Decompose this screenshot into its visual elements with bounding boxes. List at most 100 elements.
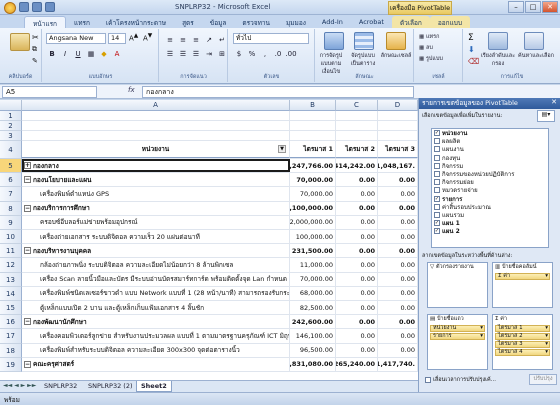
tab-view[interactable]: มุมมอง (278, 16, 314, 28)
italic-icon[interactable]: I (59, 48, 71, 60)
row-header[interactable]: 6 (0, 173, 22, 188)
tab-formulas[interactable]: สูตร (174, 16, 202, 28)
cell-a[interactable]: − กองพัฒนานักศึกษา (22, 315, 290, 329)
row-chip[interactable]: รายการ ▾ (430, 333, 485, 340)
tab-page-layout[interactable]: เค้าโครงหน้ากระดาษ (98, 16, 174, 28)
grow-font-icon[interactable]: A▲ (129, 33, 138, 42)
align-bottom-icon[interactable]: ≡ (190, 34, 202, 46)
row-header[interactable]: 15 (0, 301, 22, 316)
cell-b[interactable] (290, 121, 336, 130)
merge-icon[interactable]: ⊞ (216, 48, 228, 60)
cell-b[interactable]: 70,000.00 (290, 272, 336, 286)
layout-options-icon[interactable]: ▤▾ (537, 110, 555, 122)
formula-input[interactable]: กองกลาง (142, 86, 414, 98)
sort-filter-button[interactable]: เรียงลำดับและกรอง (480, 52, 516, 68)
row-header[interactable]: 3 (0, 131, 22, 141)
cell-d[interactable]: 0.00 (378, 230, 418, 244)
cell-c[interactable]: 269,414,242.00 (336, 159, 378, 173)
wrap-text-icon[interactable]: ↵ (216, 34, 228, 46)
column-header-a[interactable]: A (22, 100, 290, 111)
cell-a[interactable]: เครื่อง Scan ลายนิ้วมือและบัตร มีระบบอ่า… (22, 272, 290, 286)
cell-d[interactable] (378, 111, 418, 120)
cell-d[interactable] (378, 121, 418, 130)
field-checkbox[interactable] (434, 138, 440, 145)
cell-a[interactable]: เครื่องพิมพ์ชนิดเลเซอร์ขาวดำ แบบ Network… (22, 286, 290, 300)
values-zone[interactable]: Σ ค่า ไตรมาส 1 ▾ ไตรมาส 2 ▾ ไตรมาส 3 ▾ ไตรม… (492, 314, 553, 370)
cell-b[interactable]: 96,500.00 (290, 343, 336, 357)
field-checkbox[interactable] (434, 187, 440, 194)
cell-a[interactable]: − กองนโยบายและแผน (22, 173, 290, 187)
cell-b[interactable]: 70,000.00 (290, 187, 336, 201)
sort-filter-icon[interactable] (488, 32, 508, 50)
find-select-button[interactable]: ค้นหาและเลือก (518, 52, 554, 60)
row-header[interactable]: 2 (0, 121, 22, 131)
cell-d[interactable]: 0.00 (378, 244, 418, 258)
currency-icon[interactable]: $ (233, 48, 245, 60)
row-header[interactable]: 17 (0, 329, 22, 344)
cell-c[interactable]: ไตรมาส 2 (336, 141, 378, 158)
indent-icon[interactable]: ⇥ (203, 48, 215, 60)
cell-d[interactable]: 0.00 (378, 187, 418, 201)
cell-b[interactable] (290, 111, 336, 120)
cell-c[interactable] (336, 131, 378, 140)
orientation-icon[interactable]: ↗ (203, 34, 215, 46)
save-icon[interactable] (19, 2, 29, 12)
row-header[interactable]: 10 (0, 230, 22, 245)
update-button[interactable]: ปรับปรุง (529, 374, 557, 385)
align-middle-icon[interactable]: ≡ (177, 34, 189, 46)
cell-a[interactable] (22, 131, 290, 140)
tab-home[interactable]: หน้าแรก (24, 16, 66, 28)
worksheet-grid[interactable]: A B C D 1 2 3 4 หน่วยงาน ▼ ไตรมาส 1 ไตรมาส 2 ไตร… (0, 100, 418, 380)
row-header[interactable]: 5 (0, 159, 22, 174)
sheet-tab-snplrp32[interactable]: SNPLRP32 (40, 381, 81, 392)
cell-a[interactable]: หน่วยงาน ▼ (22, 141, 290, 158)
cell-b[interactable]: 2,100,000.00 (290, 201, 336, 215)
collapse-icon[interactable]: − (24, 176, 31, 184)
delete-cells-button[interactable]: ▦ ลบ (419, 44, 433, 52)
row-header[interactable]: 9 (0, 215, 22, 230)
format-table-icon[interactable] (354, 32, 374, 50)
cell-b[interactable]: 4,831,080.00 (290, 357, 336, 371)
cell-d[interactable]: 0.00 (378, 286, 418, 300)
cut-icon[interactable]: ✂ (32, 33, 39, 42)
cell-a[interactable]: เครื่องพิมพ์สำหรับระบบดิจิตอล ความละเอีย… (22, 343, 290, 357)
cell-d[interactable]: 0.00 (378, 215, 418, 229)
autosum-icon[interactable]: Σ (468, 33, 474, 43)
shrink-font-icon[interactable]: A▼ (143, 33, 152, 42)
tab-acrobat[interactable]: Acrobat (351, 16, 392, 28)
cell-d[interactable]: 51,048,167. (378, 159, 418, 173)
cell-d[interactable]: 0.00 (378, 315, 418, 329)
cell-d[interactable]: 0.00 (378, 201, 418, 215)
cell-d[interactable] (378, 131, 418, 140)
font-name-select[interactable]: Angsana New (46, 33, 106, 44)
row-chip[interactable]: หน่วยงาน ▾ (430, 325, 485, 332)
font-size-select[interactable]: 14 (108, 33, 126, 44)
number-format-select[interactable]: ทั่วไป (233, 33, 309, 44)
collapse-icon[interactable]: − (24, 318, 31, 326)
column-header-b[interactable]: B (290, 100, 336, 111)
decrease-decimal-icon[interactable]: .00 (285, 48, 297, 60)
align-right-icon[interactable]: ☰ (190, 48, 202, 60)
format-table-button[interactable]: จัดรูปแบบเป็นตาราง (347, 52, 379, 68)
cell-a[interactable]: กล้องถ่ายภาพนิ่ง ระบบดิจิตอล ความละเอียด… (22, 258, 290, 272)
cell-b[interactable]: 68,000.00 (290, 286, 336, 300)
borders-icon[interactable]: ▦ (85, 48, 97, 60)
cell-c[interactable]: 0.00 (336, 230, 378, 244)
cell-c[interactable] (336, 111, 378, 120)
field-checkbox[interactable] (434, 179, 440, 186)
sheet-tab-snplrp32-2[interactable]: SNPLRP32 (2) (84, 381, 137, 392)
cell-a[interactable]: เครื่องคอมพิวเตอร์ลูกข่าย สำหรับงานประมว… (22, 329, 290, 343)
cell-d[interactable]: 0.00 (378, 329, 418, 343)
close-icon[interactable]: ✕ (542, 1, 558, 13)
cell-a[interactable]: + กองกลาง (22, 159, 290, 173)
column-header-c[interactable]: C (336, 100, 378, 111)
align-left-icon[interactable]: ☰ (164, 48, 176, 60)
value-chip[interactable]: ไตรมาส 3 ▾ (495, 341, 550, 348)
cell-a[interactable] (22, 111, 290, 120)
row-header[interactable]: 7 (0, 187, 22, 202)
cell-d[interactable]: 1,417,740. (378, 357, 418, 371)
fill-icon[interactable]: ⬇ (468, 45, 475, 54)
paste-icon[interactable] (10, 33, 30, 51)
field-checkbox[interactable] (434, 146, 440, 153)
cell-c[interactable]: 0.00 (336, 201, 378, 215)
